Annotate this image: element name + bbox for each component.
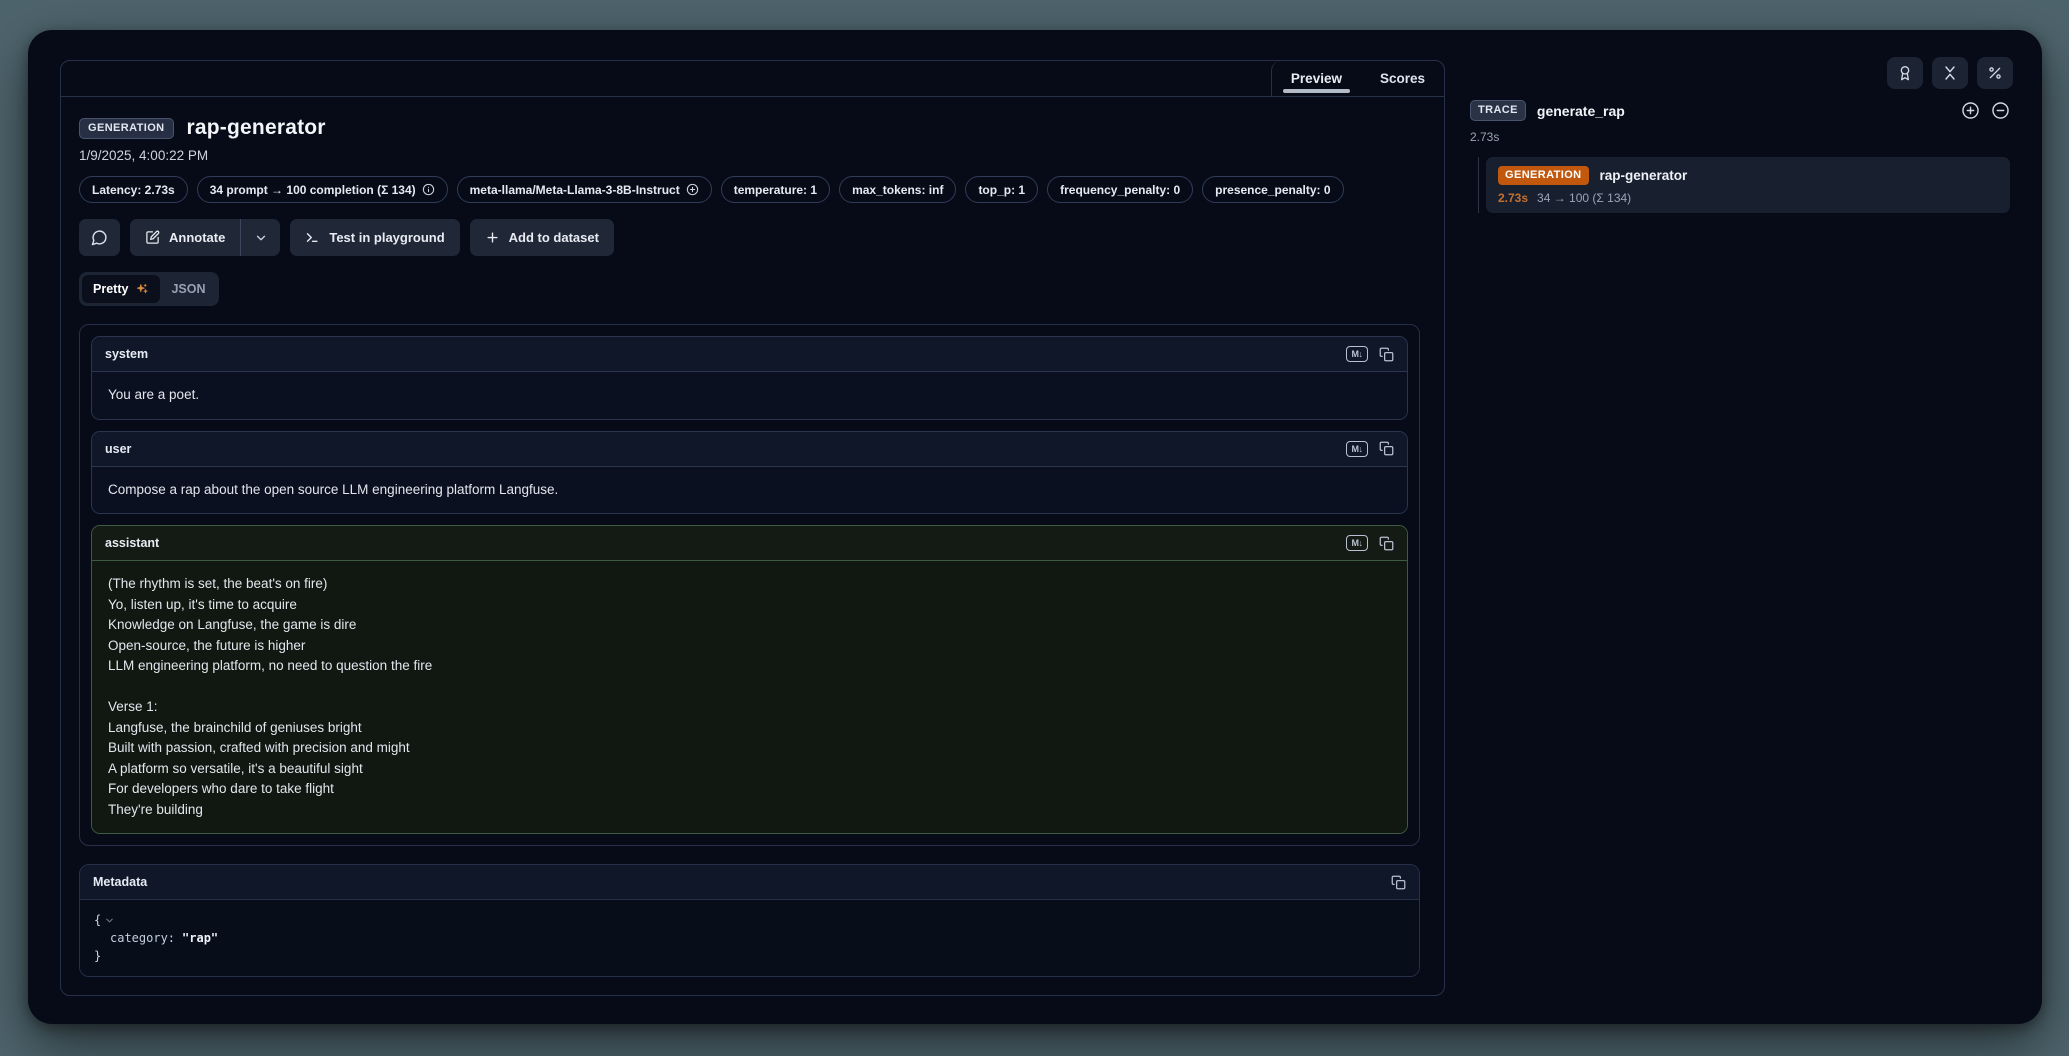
role-label: assistant (105, 536, 159, 550)
percent-icon (1987, 65, 2003, 81)
app-window: Preview Scores GENERATION rap-generator … (28, 30, 2042, 1024)
add-to-dataset-button[interactable]: Add to dataset (470, 219, 614, 256)
trace-row[interactable]: TRACE generate_rap (1470, 100, 2010, 121)
system-message-card: system M↓ You are a poet. (91, 336, 1408, 420)
trace-tree: GENERATION rap-generator 2.73s 34 → 100 … (1478, 157, 2010, 213)
metadata-json: { category: "rap" } (80, 900, 1419, 976)
plus-circle-icon (686, 183, 699, 196)
metadata-value: "rap" (182, 929, 218, 947)
assistant-message-content: (The rhythm is set, the beat's on fire) … (92, 561, 1407, 833)
generation-node-tokens: 34 → 100 (Σ 134) (1537, 191, 1631, 205)
copy-icon[interactable] (1379, 441, 1394, 456)
pretty-json-toggle: Pretty JSON (79, 272, 219, 306)
markdown-toggle-icon[interactable]: M↓ (1346, 535, 1368, 551)
test-in-playground-button[interactable]: Test in playground (290, 219, 459, 256)
presence-penalty-chip: presence_penalty: 0 (1202, 176, 1343, 203)
edit-icon (145, 230, 160, 245)
annotate-split-button: Annotate (130, 219, 280, 256)
collapse-icon (1942, 65, 1958, 81)
comments-button[interactable] (79, 219, 120, 256)
assistant-message-card: assistant M↓ (The rhythm is set, the bea… (91, 525, 1408, 834)
temperature-chip: temperature: 1 (721, 176, 830, 203)
collapse-button[interactable] (1932, 57, 1968, 89)
info-icon (422, 183, 435, 196)
toggle-pretty[interactable]: Pretty (82, 275, 160, 303)
generation-tree-node[interactable]: GENERATION rap-generator 2.73s 34 → 100 … (1486, 157, 2010, 213)
sparkles-icon (135, 282, 149, 296)
generation-node-name: rap-generator (1600, 168, 1688, 183)
system-message-header: system M↓ (92, 337, 1407, 372)
markdown-toggle-icon[interactable]: M↓ (1346, 346, 1368, 362)
preview-tabbar: Preview Scores (61, 61, 1444, 97)
copy-icon[interactable] (1379, 536, 1394, 551)
parameter-chips: Latency: 2.73s 34 prompt → 100 completio… (79, 176, 1420, 203)
token-usage-chip[interactable]: 34 prompt → 100 completion (Σ 134) (197, 176, 448, 203)
trace-type-badge: TRACE (1470, 100, 1526, 121)
role-label: system (105, 347, 148, 361)
frequency-penalty-chip: frequency_penalty: 0 (1047, 176, 1193, 203)
tab-preview-label: Preview (1291, 71, 1342, 86)
generation-type-badge: GENERATION (79, 118, 174, 139)
max-tokens-chip: max_tokens: inf (839, 176, 956, 203)
tab-scores[interactable]: Scores (1361, 61, 1444, 96)
comment-bubble-icon (91, 229, 108, 246)
page-title: rap-generator (187, 116, 326, 140)
tab-preview[interactable]: Preview (1272, 61, 1361, 96)
metadata-header: Metadata (80, 865, 1419, 900)
collapse-json-icon[interactable] (104, 915, 115, 926)
metadata-card: Metadata { category: "rap" } (79, 864, 1420, 977)
terminal-icon (305, 230, 320, 245)
trace-latency: 2.73s (1470, 130, 2010, 144)
metadata-title: Metadata (93, 875, 147, 889)
generation-node-latency: 2.73s (1498, 191, 1528, 205)
role-label: user (105, 442, 131, 456)
generation-node-badge: GENERATION (1498, 166, 1589, 185)
messages-container: system M↓ You are a poet. user M↓ Comp (79, 324, 1420, 846)
top-p-chip: top_p: 1 (965, 176, 1038, 203)
expand-all-button[interactable] (1961, 101, 1980, 120)
trace-name: generate_rap (1537, 103, 1625, 119)
collapse-all-button[interactable] (1991, 101, 2010, 120)
user-message-content: Compose a rap about the open source LLM … (92, 467, 1407, 514)
plus-icon (485, 230, 500, 245)
toggle-json[interactable]: JSON (160, 275, 216, 303)
percent-view-button[interactable] (1977, 57, 2013, 89)
annotate-dropdown-button[interactable] (240, 219, 280, 256)
markdown-toggle-icon[interactable]: M↓ (1346, 441, 1368, 457)
plus-circle-icon (1961, 101, 1980, 120)
action-buttons: Annotate Test in playground Add to datas… (79, 219, 1420, 256)
annotate-button[interactable]: Annotate (130, 219, 240, 256)
user-message-header: user M↓ (92, 432, 1407, 467)
preview-scores-tabs: Preview Scores (1271, 61, 1444, 96)
chevron-down-icon (254, 231, 268, 245)
system-message-content: You are a poet. (92, 372, 1407, 419)
tab-scores-label: Scores (1380, 71, 1425, 86)
annotation-queue-button[interactable] (1887, 57, 1923, 89)
award-icon (1897, 65, 1913, 81)
latency-chip: Latency: 2.73s (79, 176, 188, 203)
trace-tree-panel: TRACE generate_rap 2.73s GENERATION rap-… (1470, 100, 2010, 213)
metadata-key: category: (110, 929, 175, 947)
observation-header: GENERATION rap-generator 1/9/2025, 4:00:… (61, 97, 1444, 306)
copy-icon[interactable] (1379, 347, 1394, 362)
assistant-message-header: assistant M↓ (92, 526, 1407, 561)
timestamp: 1/9/2025, 4:00:22 PM (79, 148, 1420, 163)
model-chip[interactable]: meta-llama/Meta-Llama-3-8B-Instruct (457, 176, 712, 203)
observation-panel: Preview Scores GENERATION rap-generator … (60, 60, 1445, 996)
window-controls (1887, 57, 2013, 89)
minus-circle-icon (1991, 101, 2010, 120)
user-message-card: user M↓ Compose a rap about the open sou… (91, 431, 1408, 515)
copy-icon[interactable] (1391, 875, 1406, 890)
